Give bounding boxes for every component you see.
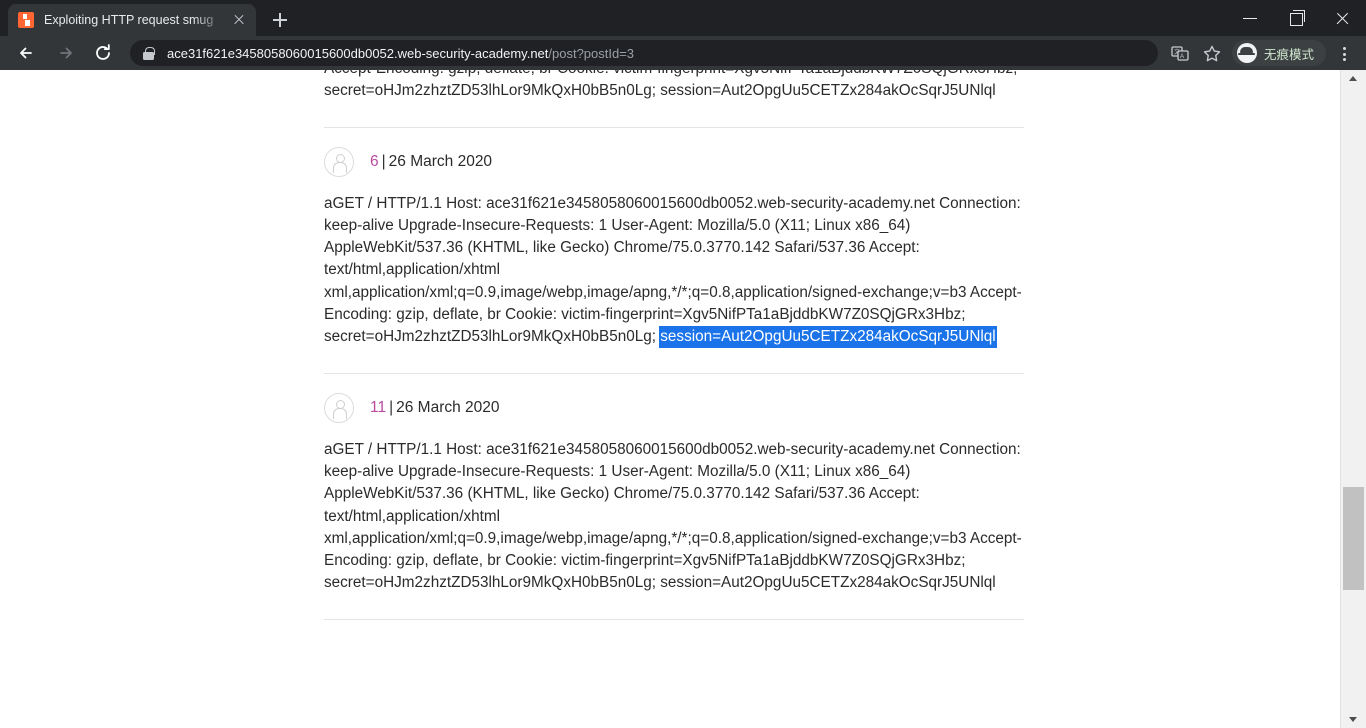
page-content: Accept-Encoding: gzip, deflate, br Cooki… (0, 70, 1340, 728)
comment-header: 6 | 26 March 2020 (324, 146, 1024, 177)
selected-session-cookie[interactable]: session=Aut2OpgUu5CETZx284akOcSqrJ5UNlql (660, 327, 996, 348)
minimize-icon[interactable] (1228, 0, 1274, 36)
window-controls (1228, 0, 1366, 36)
comment-meta-separator: | (381, 152, 386, 170)
lock-icon (142, 47, 155, 60)
avatar (324, 392, 354, 423)
browser-window: Exploiting HTTP request smug ace31f621e3… (0, 0, 1366, 728)
tab-strip: Exploiting HTTP request smug (0, 0, 1366, 36)
avatar (324, 146, 354, 177)
new-tab-icon[interactable] (266, 6, 294, 34)
incognito-icon (1236, 43, 1257, 63)
comments-section: Accept-Encoding: gzip, deflate, br Cooki… (324, 70, 1024, 620)
vertical-scrollbar[interactable] (1340, 70, 1366, 728)
browser-toolbar: ace31f621e3458058060015600db0052.web-sec… (0, 36, 1366, 70)
address-bar-host: ace31f621e3458058060015600db0052.web-sec… (167, 45, 549, 61)
scroll-down-arrow-icon[interactable] (1341, 710, 1366, 728)
back-arrow-icon[interactable] (13, 39, 41, 67)
comment-divider (324, 126, 1024, 128)
page-viewport: Accept-Encoding: gzip, deflate, br Cooki… (0, 70, 1366, 728)
scrollbar-thumb[interactable] (1343, 487, 1364, 590)
comment-body-text: aGET / HTTP/1.1 Host: ace31f621e34580580… (324, 194, 1025, 346)
kebab-menu-icon[interactable] (1330, 39, 1358, 67)
restore-icon[interactable] (1274, 0, 1320, 36)
comment-body: aGET / HTTP/1.1 Host: ace31f621e34580580… (324, 193, 1024, 349)
address-bar[interactable]: ace31f621e3458058060015600db0052.web-sec… (130, 40, 1158, 66)
incognito-mode-indicator[interactable]: 无痕模式 (1231, 40, 1326, 66)
address-bar-url: ace31f621e3458058060015600db0052.web-sec… (167, 46, 634, 61)
tab-title: Exploiting HTTP request smug (44, 13, 214, 27)
portswigger-logo-icon (18, 12, 34, 28)
comment-header: 11 | 26 March 2020 (324, 392, 1024, 423)
incognito-label: 无痕模式 (1263, 47, 1314, 62)
comment-meta-separator: | (389, 398, 394, 416)
comment-author-number[interactable]: 6 (370, 153, 379, 171)
comment-body: aGET / HTTP/1.1 Host: ace31f621e34580580… (324, 440, 1025, 592)
translate-icon[interactable]: 文 A (1165, 39, 1195, 67)
forward-arrow-icon (51, 39, 79, 67)
tab-close-icon[interactable] (230, 11, 248, 29)
reload-icon[interactable] (89, 39, 117, 67)
comment-author-number[interactable]: 11 (370, 399, 386, 417)
comment-date: 26 March 2020 (396, 398, 500, 416)
address-bar-path: /post?postId=3 (548, 45, 635, 61)
comment-divider (324, 372, 1024, 374)
tab-exploiting-http-request-smuggling[interactable]: Exploiting HTTP request smug (8, 4, 256, 36)
comment-body-partial: Accept-Encoding: gzip, deflate, br Cooki… (324, 70, 1017, 100)
comment-date: 26 March 2020 (388, 152, 493, 170)
star-icon[interactable] (1197, 39, 1227, 67)
close-icon[interactable] (1320, 0, 1366, 36)
comment-divider (324, 618, 1024, 620)
svg-text:A: A (1180, 54, 1184, 60)
scroll-up-arrow-icon[interactable] (1341, 70, 1366, 88)
